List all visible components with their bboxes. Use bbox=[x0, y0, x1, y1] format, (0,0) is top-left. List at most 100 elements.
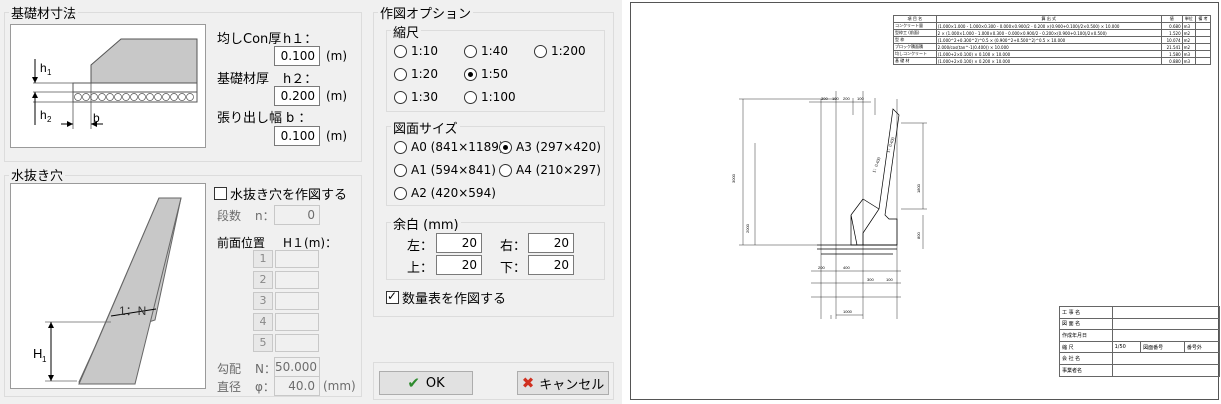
h1-label: 均しCon厚 bbox=[217, 32, 282, 47]
scale-option-1-100[interactable]: 1:100 bbox=[464, 90, 516, 104]
dim-bottom-4: 100 bbox=[886, 277, 893, 282]
title-block-cell: 会 社 名 bbox=[1059, 352, 1113, 365]
table-check[interactable]: 数量表を作図する bbox=[386, 288, 506, 307]
diagram-h2-label: h bbox=[40, 108, 47, 122]
title-block-cell bbox=[1111, 363, 1221, 377]
title-block-cell: 番号外 bbox=[1183, 340, 1221, 354]
h1-unit: (m) bbox=[326, 49, 348, 63]
drawing-sheet: 項 目 名算 出 式値単位備 考コンクリート量 (1.000×1.000 - 1.… bbox=[630, 2, 1221, 400]
scale-option-1-10[interactable]: 1:10 bbox=[394, 44, 438, 58]
row-5-button[interactable]: 5 bbox=[253, 334, 273, 352]
radio-icon bbox=[464, 44, 477, 58]
dim-right-lower: 800 bbox=[916, 232, 921, 239]
title-block-cell: 作成年月日 bbox=[1059, 329, 1113, 342]
dim-top-1: 300 bbox=[821, 96, 828, 101]
title-block-cell: 図 面 名 bbox=[1059, 317, 1113, 331]
diagram-h1-sub: 1 bbox=[47, 68, 52, 77]
title-block-cell: 1/50 bbox=[1111, 340, 1142, 354]
paper-option-a3[interactable]: A3 (297×420) bbox=[499, 140, 601, 154]
front-position-symbol: H１(m)： bbox=[283, 236, 338, 250]
table-check-label: 数量表を作図する bbox=[402, 292, 507, 307]
drawing-options-dialog: 基礎材寸法 h 1 h 2 b 均しCon厚 h１： 0.100 (m) 基礎材… bbox=[0, 0, 622, 404]
dim-top-2: 100 bbox=[832, 96, 839, 101]
row-1-field[interactable] bbox=[275, 250, 319, 268]
title-block-cell: 工 事 名 bbox=[1059, 306, 1113, 319]
title-block-row: 図 面 名 bbox=[1059, 317, 1221, 331]
ok-button[interactable]: ✔ OK bbox=[379, 371, 473, 395]
margin-right-label: 右： bbox=[500, 239, 527, 254]
row-1-button[interactable]: 1 bbox=[253, 250, 273, 268]
paper-option-a0[interactable]: A0 (841×1189) bbox=[394, 140, 504, 154]
dim-slope: 1：0.400 bbox=[871, 156, 882, 174]
margin-left-input[interactable]: 20 bbox=[436, 233, 482, 253]
radio-icon bbox=[394, 44, 407, 58]
row-5-field[interactable] bbox=[275, 334, 319, 352]
dim-left-upper: 2000 bbox=[745, 223, 750, 233]
dim-bottom-total: 1000 bbox=[843, 309, 853, 314]
radio-icon bbox=[394, 163, 407, 177]
radio-icon bbox=[464, 90, 477, 104]
h2-input[interactable]: 0.200 bbox=[274, 86, 320, 106]
dim-bottom-1: 200 bbox=[818, 265, 825, 270]
margin-top-input[interactable]: 20 bbox=[436, 255, 482, 275]
radio-icon bbox=[394, 90, 407, 104]
row-4-field[interactable] bbox=[275, 313, 319, 331]
drain-check-label: 水抜き穴を作図する bbox=[230, 188, 348, 203]
diagram-b-label: b bbox=[93, 111, 100, 125]
margin-bottom-input[interactable]: 20 bbox=[528, 255, 574, 275]
table-checkbox-icon bbox=[386, 289, 399, 304]
b-label: 張り出し幅 bbox=[217, 111, 283, 126]
row-2-button[interactable]: 2 bbox=[253, 271, 273, 289]
title-block-cell: 縮 尺 bbox=[1059, 340, 1113, 354]
stages-input[interactable]: 0 bbox=[274, 205, 320, 225]
b-input[interactable]: 0.100 bbox=[274, 126, 320, 146]
title-block: 工 事 名図 面 名作成年月日縮 尺 1/50 図面番号 番号外会 社 名事業者名 bbox=[1059, 306, 1221, 377]
drain-group-title: 水抜き穴 bbox=[9, 165, 66, 184]
title-block-cell bbox=[1111, 317, 1221, 331]
title-block-row: 工 事 名 bbox=[1059, 306, 1221, 319]
dim-bottom-2: 400 bbox=[843, 265, 850, 270]
diameter-input[interactable]: 40.0 bbox=[274, 376, 320, 396]
row-3-field[interactable] bbox=[275, 292, 319, 310]
scale-option-1-50[interactable]: 1:50 bbox=[464, 67, 508, 81]
wall-H1-sub: 1 bbox=[42, 355, 47, 364]
title-block-row: 作成年月日 bbox=[1059, 329, 1221, 342]
margin-right-input[interactable]: 20 bbox=[528, 233, 574, 253]
drain-checkbox-icon bbox=[214, 187, 227, 200]
wall-diagram: 1：N H 1 bbox=[10, 183, 206, 389]
h1-input[interactable]: 0.100 bbox=[274, 46, 320, 66]
footing-group-title: 基礎材寸法 bbox=[9, 3, 79, 22]
radio-icon bbox=[394, 140, 407, 154]
screenshot-root: 基礎材寸法 h 1 h 2 b 均しCon厚 h１： 0.100 (m) 基礎材… bbox=[0, 0, 1221, 404]
drain-check[interactable]: 水抜き穴を作図する bbox=[214, 184, 347, 203]
margin-bottom-label: 下： bbox=[500, 261, 527, 276]
scale-option-1-30[interactable]: 1:30 bbox=[394, 90, 438, 104]
title-block-cell: 事業者名 bbox=[1059, 363, 1113, 377]
dim-top-3: 200 bbox=[843, 96, 850, 101]
scale-option-1-40[interactable]: 1:40 bbox=[464, 44, 508, 58]
b-symbol: b ： bbox=[286, 111, 312, 126]
options-group-title: 作図オプション bbox=[378, 3, 474, 22]
scale-option-1-200[interactable]: 1:200 bbox=[534, 44, 586, 58]
slope-input[interactable]: 50.000 bbox=[274, 357, 320, 377]
scale-option-1-20[interactable]: 1:20 bbox=[394, 67, 438, 81]
paper-option-a4[interactable]: A4 (210×297) bbox=[499, 163, 601, 177]
paper-option-a1[interactable]: A1 (594×841) bbox=[394, 163, 496, 177]
h1-symbol: h１： bbox=[283, 32, 318, 47]
radio-icon bbox=[394, 186, 407, 200]
row-4-button[interactable]: 4 bbox=[253, 313, 273, 331]
title-block-row: 会 社 名 bbox=[1059, 352, 1221, 365]
row-2-field[interactable] bbox=[275, 271, 319, 289]
check-icon: ✔ bbox=[407, 374, 420, 392]
footing-diagram-svg: h 1 h 2 b bbox=[32, 38, 198, 129]
radio-selected-icon bbox=[464, 67, 477, 81]
cancel-button[interactable]: ✖ キャンセル bbox=[517, 371, 609, 395]
paper-option-a2[interactable]: A2 (420×594) bbox=[394, 186, 496, 200]
slope-label: 勾配 bbox=[217, 362, 242, 376]
diameter-symbol: φ： bbox=[255, 380, 275, 394]
h2-symbol: h２： bbox=[283, 72, 318, 87]
dim-left-total: 3000 bbox=[731, 173, 736, 183]
title-block-cell: 図面番号 bbox=[1140, 340, 1185, 354]
radio-icon bbox=[499, 163, 512, 177]
row-3-button[interactable]: 3 bbox=[253, 292, 273, 310]
